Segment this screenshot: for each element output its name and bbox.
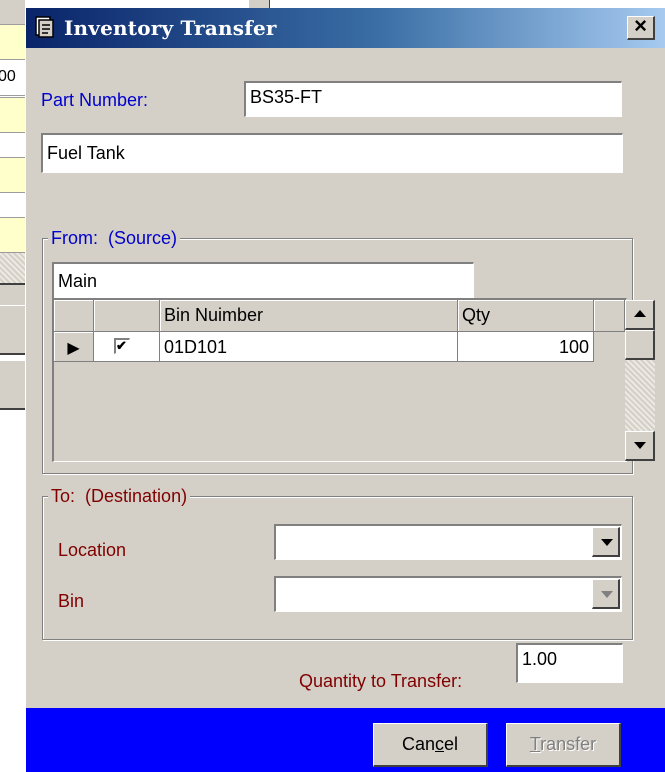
source-location-field[interactable]: Main xyxy=(52,262,474,300)
background-button xyxy=(0,360,25,410)
background-row xyxy=(0,217,25,253)
grid-empty-area xyxy=(54,362,625,461)
grid-header-qty[interactable]: Qty xyxy=(458,300,594,332)
bin-dropdown-button[interactable] xyxy=(592,579,620,609)
scroll-down-button[interactable] xyxy=(625,431,655,461)
transfer-button[interactable]: Transfer xyxy=(506,723,621,767)
location-dropdown-button[interactable] xyxy=(592,527,620,557)
grid-vertical-scrollbar[interactable] xyxy=(625,300,655,461)
background-window: 00 xyxy=(0,0,25,772)
row-checkbox[interactable]: ✔ xyxy=(114,338,130,354)
destination-location-label: Location xyxy=(58,540,127,560)
to-group-caption: To: (Destination) xyxy=(48,486,191,507)
cancel-label-part: Can xyxy=(401,734,435,754)
from-group-caption: From: (Source) xyxy=(48,228,181,249)
current-row-indicator-icon: ▶ xyxy=(67,340,80,357)
scroll-thumb[interactable] xyxy=(625,330,655,360)
part-number-label: Part Number: xyxy=(41,90,149,110)
cancel-button[interactable]: Cancel xyxy=(373,723,488,767)
quantity-to-transfer-field[interactable]: 1.00 xyxy=(516,643,623,683)
chevron-down-icon xyxy=(601,591,613,598)
dialog-footer: Cancel Transfer xyxy=(26,708,665,772)
row-selector[interactable]: ▶ xyxy=(54,332,94,362)
transfer-label-mnemonic: T xyxy=(529,734,541,754)
background-toolbar-button xyxy=(248,0,270,8)
inventory-transfer-dialog: Inventory Transfer × Part Number: BS35-F… xyxy=(25,8,665,772)
close-icon: × xyxy=(634,13,647,38)
background-row xyxy=(0,24,25,60)
check-icon: ✔ xyxy=(116,338,127,353)
from-caption-prefix: From: xyxy=(51,228,98,248)
grid-header-checkbox xyxy=(94,300,160,332)
destination-bin-select[interactable] xyxy=(274,576,622,612)
scroll-up-button[interactable] xyxy=(625,300,655,330)
to-destination-group xyxy=(42,496,633,640)
transfer-label-part: ransfer xyxy=(540,734,597,754)
description-field[interactable]: Fuel Tank xyxy=(41,133,623,173)
grid-header-indicator xyxy=(54,300,94,332)
application-icon xyxy=(35,16,54,38)
to-caption-prefix: To: xyxy=(51,486,76,506)
quantity-to-transfer-label: Quantity to Transfer: xyxy=(299,671,463,691)
destination-bin-label: Bin xyxy=(58,591,85,611)
grid-header-bin-number[interactable]: Bin Nuimber xyxy=(160,300,458,332)
source-bin-grid: Bin Nuimber Qty ▶ ✔ 01D101 100 xyxy=(52,298,655,462)
chevron-down-icon xyxy=(601,539,613,546)
background-scrollbar xyxy=(0,253,25,283)
close-button[interactable]: × xyxy=(627,13,655,40)
background-row-text: 00 xyxy=(0,68,16,85)
dialog-title: Inventory Transfer xyxy=(64,16,277,40)
background-row xyxy=(0,97,25,133)
background-button xyxy=(0,305,25,355)
arrow-down-icon xyxy=(634,442,646,449)
background-toolbar-strip xyxy=(25,0,665,8)
from-caption-detail: (Source) xyxy=(108,228,178,248)
table-row-qty[interactable]: 100 xyxy=(458,332,594,362)
part-number-field[interactable]: BS35-FT xyxy=(244,81,622,117)
background-row: 00 xyxy=(0,60,25,96)
cancel-label-mnemonic: c xyxy=(435,734,444,754)
background-row xyxy=(0,157,25,193)
title-bar[interactable]: Inventory Transfer × xyxy=(26,8,665,48)
to-caption-detail: (Destination) xyxy=(85,486,188,506)
arrow-up-icon xyxy=(634,310,646,317)
table-row-bin-number[interactable]: 01D101 xyxy=(160,332,458,362)
table-row-checkbox-cell[interactable]: ✔ xyxy=(94,332,160,362)
cancel-label-part: el xyxy=(444,734,459,754)
destination-location-select[interactable] xyxy=(274,524,622,560)
